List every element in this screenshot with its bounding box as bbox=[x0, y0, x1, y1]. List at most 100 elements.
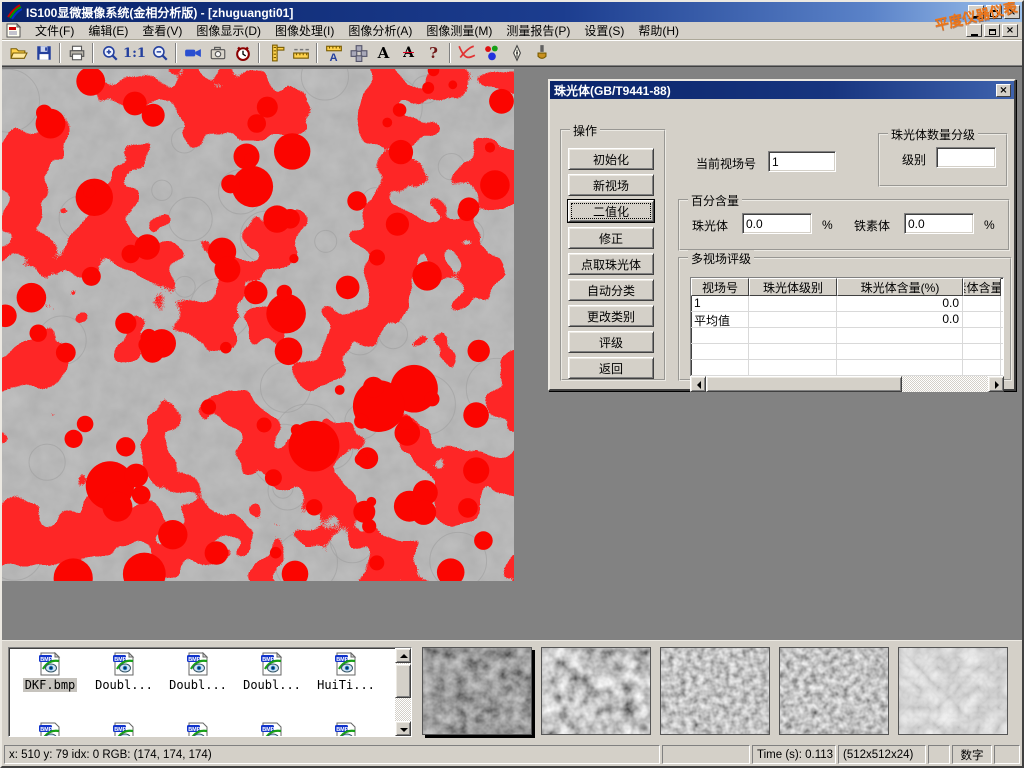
menu-item[interactable]: 编辑(E) bbox=[81, 21, 135, 40]
measure-text-button[interactable]: A bbox=[321, 42, 346, 65]
thumbnail-3[interactable] bbox=[660, 647, 770, 735]
table-cell bbox=[691, 328, 749, 343]
table-row[interactable]: 平均值 0.0 bbox=[691, 312, 1003, 328]
vscroll-thumb[interactable] bbox=[395, 664, 411, 698]
file-item[interactable]: BMP Doubl... bbox=[87, 652, 161, 714]
thumbnail-5[interactable] bbox=[898, 647, 1008, 735]
scroll-left-button[interactable] bbox=[690, 376, 706, 392]
zoom-in-button[interactable] bbox=[97, 42, 122, 65]
current-field-input[interactable] bbox=[768, 151, 836, 172]
menu-item[interactable]: 测量报告(P) bbox=[499, 21, 577, 40]
initialize-button[interactable]: 初始化 bbox=[568, 148, 654, 170]
menu-item[interactable]: 文件(F) bbox=[28, 21, 81, 40]
grid-blocks-icon bbox=[350, 44, 368, 62]
calibration-curve-button[interactable] bbox=[454, 42, 479, 65]
dialog-close-button[interactable]: × bbox=[996, 84, 1011, 97]
caliper-button[interactable] bbox=[263, 42, 288, 65]
thumbnail-2[interactable] bbox=[541, 647, 651, 735]
mdi-close-button[interactable]: × bbox=[1002, 24, 1018, 37]
pen-button[interactable] bbox=[504, 42, 529, 65]
status-blank-1 bbox=[662, 745, 750, 764]
scroll-down-button[interactable] bbox=[395, 721, 411, 736]
pearlite-label: 珠光体 bbox=[692, 217, 728, 234]
table-hscrollbar[interactable] bbox=[690, 376, 1004, 392]
text-tool-button[interactable]: A bbox=[371, 42, 396, 65]
pick-pearlite-button[interactable]: 点取珠光体 bbox=[568, 253, 654, 275]
file-item[interactable]: BMP bbox=[161, 722, 235, 737]
scroll-up-button[interactable] bbox=[395, 648, 411, 663]
col-field-no[interactable]: 视场号 bbox=[691, 278, 749, 296]
timer-button[interactable] bbox=[230, 42, 255, 65]
file-item[interactable]: BMP Doubl... bbox=[235, 652, 309, 714]
file-listbox[interactable]: BMP DKF.bmp bbox=[8, 647, 412, 737]
col-ferrite-pct[interactable]: 铁素体含量(%) bbox=[963, 278, 1001, 296]
thumbnail-1[interactable] bbox=[422, 647, 532, 735]
grid-blocks-button[interactable] bbox=[346, 42, 371, 65]
change-class-button[interactable]: 更改类别 bbox=[568, 305, 654, 327]
open-file-button[interactable] bbox=[6, 42, 31, 65]
menu-item[interactable]: 图像显示(D) bbox=[189, 21, 268, 40]
return-button[interactable]: 返回 bbox=[568, 357, 654, 379]
grade-input[interactable] bbox=[936, 147, 996, 168]
menu-item[interactable]: 查看(V) bbox=[135, 21, 189, 40]
pearlite-input[interactable] bbox=[742, 213, 812, 234]
pen-icon bbox=[508, 44, 526, 62]
col-pearlite-grade[interactable]: 珠光体级别 bbox=[749, 278, 837, 296]
binarize-button[interactable]: 二值化 bbox=[568, 200, 654, 222]
save-button[interactable] bbox=[31, 42, 56, 65]
capture-camera-button[interactable] bbox=[205, 42, 230, 65]
ferrite-input[interactable] bbox=[904, 213, 974, 234]
bmp-file-icon: BMP bbox=[37, 722, 63, 737]
table-cell bbox=[749, 344, 837, 359]
file-item[interactable]: BMP bbox=[235, 722, 309, 737]
mdi-restore-button[interactable] bbox=[984, 24, 1000, 37]
hscroll-thumb[interactable] bbox=[706, 376, 902, 392]
file-vscrollbar[interactable] bbox=[395, 648, 411, 736]
ferrite-unit: % bbox=[984, 218, 995, 232]
menu-item[interactable]: 图像测量(M) bbox=[419, 21, 499, 40]
file-item[interactable]: BMP HuiTi... bbox=[309, 652, 383, 714]
menu-item[interactable]: 图像分析(A) bbox=[341, 21, 419, 40]
zoom-in-icon bbox=[101, 44, 119, 62]
menu-item[interactable]: 帮助(H) bbox=[631, 21, 686, 40]
print-button[interactable] bbox=[64, 42, 89, 65]
actual-size-button[interactable]: 1:1 bbox=[122, 42, 147, 65]
dialog-title-bar[interactable]: 珠光体(GB/T9441-88) × bbox=[550, 81, 1014, 99]
file-name: Doubl... bbox=[167, 678, 229, 692]
file-item[interactable]: BMP DKF.bmp bbox=[13, 652, 87, 714]
micrograph-image[interactable] bbox=[2, 69, 514, 581]
new-field-button[interactable]: 新视场 bbox=[568, 174, 654, 196]
printer-icon bbox=[68, 44, 86, 62]
hscroll-track[interactable] bbox=[902, 376, 988, 392]
col-pearlite-pct[interactable]: 珠光体含量(%) bbox=[837, 278, 963, 296]
grade-group: 珠光体数量分级 级别 bbox=[878, 133, 1008, 187]
scroll-right-button[interactable] bbox=[988, 376, 1004, 392]
application-window: IS100显微摄像系统(金相分析版) - [zhuguangti01] × 平度… bbox=[0, 0, 1024, 768]
ruler-button[interactable] bbox=[288, 42, 313, 65]
file-item[interactable]: BMP bbox=[87, 722, 161, 737]
menu-item[interactable]: 设置(S) bbox=[577, 21, 631, 40]
title-bar[interactable]: IS100显微摄像系统(金相分析版) - [zhuguangti01] × bbox=[2, 2, 1022, 22]
classify-dots-button[interactable] bbox=[479, 42, 504, 65]
table-row[interactable] bbox=[691, 360, 1003, 376]
table-row[interactable] bbox=[691, 328, 1003, 344]
correct-button[interactable]: 修正 bbox=[568, 227, 654, 249]
menu-item[interactable]: 图像处理(I) bbox=[268, 21, 341, 40]
brush-button[interactable] bbox=[529, 42, 554, 65]
bmp-file-icon: BMP bbox=[111, 722, 137, 737]
annotate-tool-button[interactable]: A bbox=[396, 42, 421, 65]
grade-group-label: 珠光体数量分级 bbox=[888, 126, 978, 143]
table-row[interactable] bbox=[691, 344, 1003, 360]
table-row[interactable]: 1 0.0 bbox=[691, 296, 1003, 312]
video-camera-button[interactable] bbox=[180, 42, 205, 65]
thumbnail-4[interactable] bbox=[779, 647, 889, 735]
file-row-2: BMP BMP bbox=[13, 722, 383, 737]
status-blank-2 bbox=[928, 745, 950, 764]
zoom-out-button[interactable] bbox=[147, 42, 172, 65]
help-button[interactable]: ? bbox=[421, 42, 446, 65]
file-item[interactable]: BMP Doubl... bbox=[161, 652, 235, 714]
file-item[interactable]: BMP bbox=[309, 722, 383, 737]
file-item[interactable]: BMP bbox=[13, 722, 87, 737]
auto-classify-button[interactable]: 自动分类 bbox=[568, 279, 654, 301]
grade-button[interactable]: 评级 bbox=[568, 331, 654, 353]
